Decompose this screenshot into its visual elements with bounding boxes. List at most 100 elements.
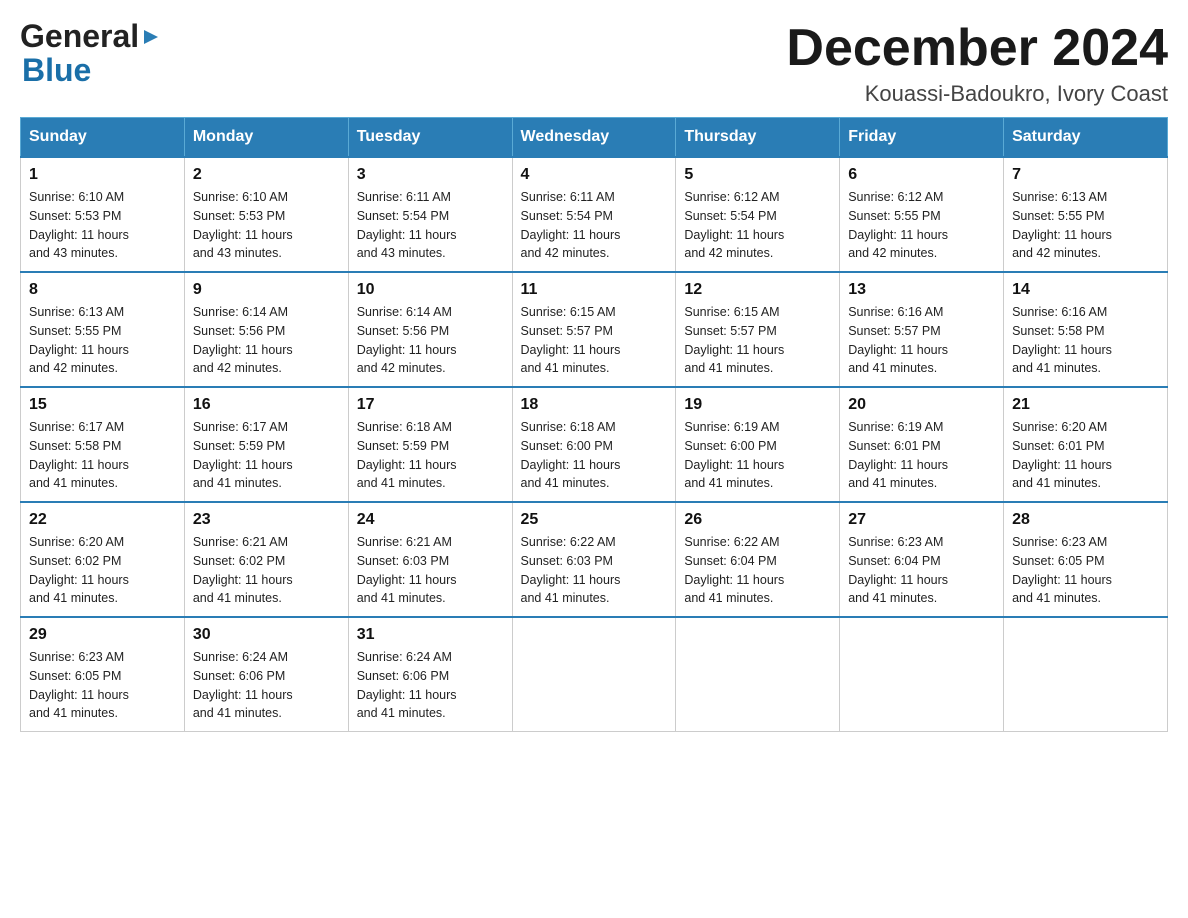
calendar-cell-w1-d5: 5Sunrise: 6:12 AMSunset: 5:54 PMDaylight… <box>676 157 840 272</box>
header-friday: Friday <box>840 118 1004 158</box>
day-number: 26 <box>684 511 831 529</box>
calendar-cell-w2-d7: 14 Sunrise: 6:16 AMSunset: 5:58 PMDayligh… <box>1004 272 1168 387</box>
calendar-cell-w1-d6: 6 Sunrise: 6:12 AMSunset: 5:55 PMDaylight… <box>840 157 1004 272</box>
calendar-week-3: 15Sunrise: 6:17 AMSunset: 5:58 PMDayligh… <box>21 387 1168 502</box>
calendar-table: Sunday Monday Tuesday Wednesday Thursday… <box>20 117 1168 732</box>
logo: General Blue <box>20 20 160 89</box>
day-number: 4 <box>521 166 668 184</box>
calendar-cell-w3-d1: 15Sunrise: 6:17 AMSunset: 5:58 PMDayligh… <box>21 387 185 502</box>
calendar-cell-w4-d2: 23 Sunrise: 6:21 AMSunset: 6:02 PMDayligh… <box>184 502 348 617</box>
day-info: Sunrise: 6:10 AMSunset: 5:53 PMDaylight:… <box>193 188 340 263</box>
calendar-cell-w4-d3: 24 Sunrise: 6:21 AMSunset: 6:03 PMDayligh… <box>348 502 512 617</box>
location-title: Kouassi-Badoukro, Ivory Coast <box>786 81 1168 107</box>
calendar-cell-w5-d1: 29 Sunrise: 6:23 AMSunset: 6:05 PMDayligh… <box>21 617 185 732</box>
title-block: December 2024 Kouassi-Badoukro, Ivory Co… <box>786 20 1168 107</box>
day-number: 2 <box>193 166 340 184</box>
day-info: Sunrise: 6:15 AMSunset: 5:57 PMDaylight:… <box>684 303 831 378</box>
day-number: 19 <box>684 396 831 414</box>
calendar-cell-w5-d5 <box>676 617 840 732</box>
day-number: 9 <box>193 281 340 299</box>
calendar-cell-w4-d6: 27 Sunrise: 6:23 AMSunset: 6:04 PMDayligh… <box>840 502 1004 617</box>
calendar-cell-w1-d2: 2 Sunrise: 6:10 AMSunset: 5:53 PMDaylight… <box>184 157 348 272</box>
day-info: Sunrise: 6:18 AMSunset: 6:00 PMDaylight:… <box>521 418 668 493</box>
day-number: 13 <box>848 281 995 299</box>
day-info: Sunrise: 6:11 AMSunset: 5:54 PMDaylight:… <box>521 188 668 263</box>
day-number: 30 <box>193 626 340 644</box>
day-info: Sunrise: 6:13 AMSunset: 5:55 PMDaylight:… <box>1012 188 1159 263</box>
day-info: Sunrise: 6:22 AMSunset: 6:03 PMDaylight:… <box>521 533 668 608</box>
day-number: 17 <box>357 396 504 414</box>
calendar-cell-w4-d4: 25 Sunrise: 6:22 AMSunset: 6:03 PMDayligh… <box>512 502 676 617</box>
calendar-header-row: Sunday Monday Tuesday Wednesday Thursday… <box>21 118 1168 158</box>
calendar-cell-w3-d3: 17 Sunrise: 6:18 AMSunset: 5:59 PMDayligh… <box>348 387 512 502</box>
calendar-cell-w3-d2: 16 Sunrise: 6:17 AMSunset: 5:59 PMDayligh… <box>184 387 348 502</box>
day-number: 3 <box>357 166 504 184</box>
header-saturday: Saturday <box>1004 118 1168 158</box>
day-number: 6 <box>848 166 995 184</box>
header-wednesday: Wednesday <box>512 118 676 158</box>
day-number: 22 <box>29 511 176 529</box>
day-info: Sunrise: 6:24 AMSunset: 6:06 PMDaylight:… <box>357 648 504 723</box>
day-info: Sunrise: 6:21 AMSunset: 6:02 PMDaylight:… <box>193 533 340 608</box>
calendar-cell-w3-d6: 20 Sunrise: 6:19 AMSunset: 6:01 PMDayligh… <box>840 387 1004 502</box>
day-info: Sunrise: 6:20 AMSunset: 6:01 PMDaylight:… <box>1012 418 1159 493</box>
calendar-week-2: 8Sunrise: 6:13 AMSunset: 5:55 PMDaylight… <box>21 272 1168 387</box>
day-number: 27 <box>848 511 995 529</box>
day-info: Sunrise: 6:19 AMSunset: 6:00 PMDaylight:… <box>684 418 831 493</box>
day-number: 11 <box>521 281 668 299</box>
calendar-cell-w5-d6 <box>840 617 1004 732</box>
calendar-cell-w1-d1: 1 Sunrise: 6:10 AMSunset: 5:53 PMDaylight… <box>21 157 185 272</box>
header-sunday: Sunday <box>21 118 185 158</box>
calendar-cell-w5-d4 <box>512 617 676 732</box>
day-info: Sunrise: 6:22 AMSunset: 6:04 PMDaylight:… <box>684 533 831 608</box>
page-header: General Blue December 2024 Kouassi-Badou… <box>20 20 1168 107</box>
day-info: Sunrise: 6:17 AMSunset: 5:58 PMDaylight:… <box>29 418 176 493</box>
day-number: 14 <box>1012 281 1159 299</box>
day-info: Sunrise: 6:20 AMSunset: 6:02 PMDaylight:… <box>29 533 176 608</box>
calendar-cell-w4-d1: 22 Sunrise: 6:20 AMSunset: 6:02 PMDayligh… <box>21 502 185 617</box>
day-number: 16 <box>193 396 340 414</box>
day-number: 23 <box>193 511 340 529</box>
day-number: 31 <box>357 626 504 644</box>
day-info: Sunrise: 6:10 AMSunset: 5:53 PMDaylight:… <box>29 188 176 263</box>
calendar-cell-w1-d3: 3Sunrise: 6:11 AMSunset: 5:54 PMDaylight… <box>348 157 512 272</box>
day-number: 20 <box>848 396 995 414</box>
day-number: 12 <box>684 281 831 299</box>
calendar-cell-w4-d7: 28Sunrise: 6:23 AMSunset: 6:05 PMDayligh… <box>1004 502 1168 617</box>
calendar-cell-w3-d5: 19 Sunrise: 6:19 AMSunset: 6:00 PMDayligh… <box>676 387 840 502</box>
day-info: Sunrise: 6:12 AMSunset: 5:55 PMDaylight:… <box>848 188 995 263</box>
day-number: 5 <box>684 166 831 184</box>
calendar-cell-w3-d4: 18 Sunrise: 6:18 AMSunset: 6:00 PMDayligh… <box>512 387 676 502</box>
day-info: Sunrise: 6:21 AMSunset: 6:03 PMDaylight:… <box>357 533 504 608</box>
day-info: Sunrise: 6:17 AMSunset: 5:59 PMDaylight:… <box>193 418 340 493</box>
day-info: Sunrise: 6:14 AMSunset: 5:56 PMDaylight:… <box>193 303 340 378</box>
calendar-week-4: 22 Sunrise: 6:20 AMSunset: 6:02 PMDayligh… <box>21 502 1168 617</box>
header-tuesday: Tuesday <box>348 118 512 158</box>
day-info: Sunrise: 6:19 AMSunset: 6:01 PMDaylight:… <box>848 418 995 493</box>
calendar-cell-w2-d4: 11 Sunrise: 6:15 AMSunset: 5:57 PMDayligh… <box>512 272 676 387</box>
day-number: 1 <box>29 166 176 184</box>
day-number: 7 <box>1012 166 1159 184</box>
day-info: Sunrise: 6:16 AMSunset: 5:58 PMDaylight:… <box>1012 303 1159 378</box>
day-number: 18 <box>521 396 668 414</box>
day-number: 10 <box>357 281 504 299</box>
calendar-week-1: 1 Sunrise: 6:10 AMSunset: 5:53 PMDaylight… <box>21 157 1168 272</box>
header-monday: Monday <box>184 118 348 158</box>
calendar-cell-w2-d2: 9 Sunrise: 6:14 AMSunset: 5:56 PMDaylight… <box>184 272 348 387</box>
calendar-cell-w2-d5: 12 Sunrise: 6:15 AMSunset: 5:57 PMDayligh… <box>676 272 840 387</box>
header-thursday: Thursday <box>676 118 840 158</box>
day-number: 28 <box>1012 511 1159 529</box>
day-info: Sunrise: 6:23 AMSunset: 6:05 PMDaylight:… <box>29 648 176 723</box>
calendar-cell-w1-d7: 7 Sunrise: 6:13 AMSunset: 5:55 PMDaylight… <box>1004 157 1168 272</box>
day-info: Sunrise: 6:16 AMSunset: 5:57 PMDaylight:… <box>848 303 995 378</box>
day-number: 29 <box>29 626 176 644</box>
calendar-cell-w2-d3: 10Sunrise: 6:14 AMSunset: 5:56 PMDayligh… <box>348 272 512 387</box>
day-number: 24 <box>357 511 504 529</box>
logo-arrow-icon <box>142 28 160 46</box>
day-info: Sunrise: 6:23 AMSunset: 6:04 PMDaylight:… <box>848 533 995 608</box>
calendar-cell-w5-d3: 31 Sunrise: 6:24 AMSunset: 6:06 PMDayligh… <box>348 617 512 732</box>
logo-blue-text: Blue <box>22 52 91 88</box>
day-info: Sunrise: 6:18 AMSunset: 5:59 PMDaylight:… <box>357 418 504 493</box>
day-number: 25 <box>521 511 668 529</box>
day-info: Sunrise: 6:15 AMSunset: 5:57 PMDaylight:… <box>521 303 668 378</box>
